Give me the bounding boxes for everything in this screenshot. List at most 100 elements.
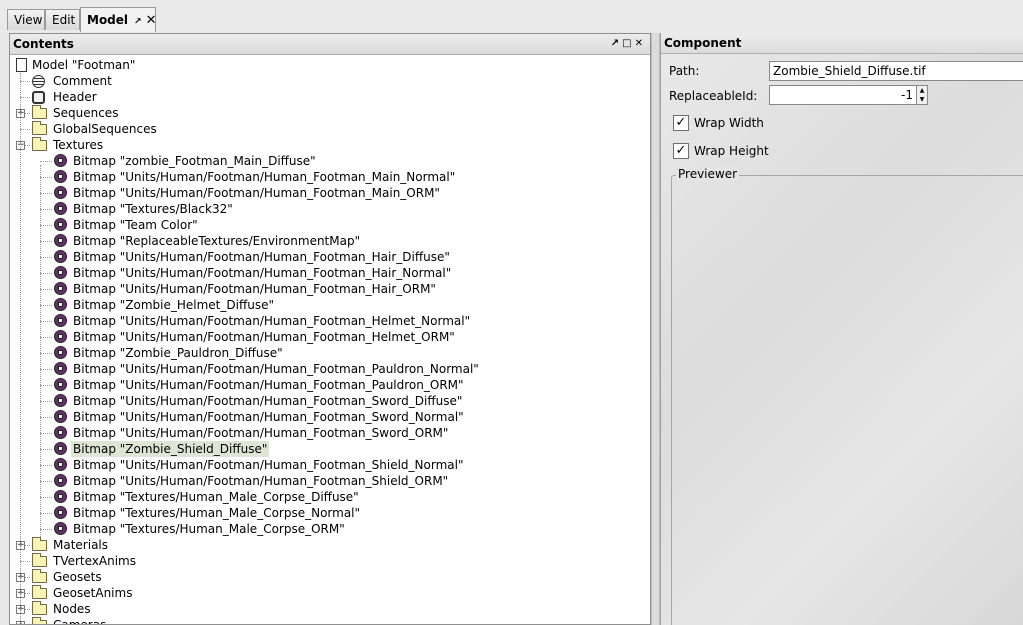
tree-item-bitmap[interactable]: Bitmap "Units/Human/Footman/Human_Footma… xyxy=(10,249,640,265)
tree-item[interactable]: Header xyxy=(10,89,640,105)
tree-item[interactable]: + Nodes xyxy=(10,601,640,617)
tree-item[interactable]: + Materials xyxy=(10,537,640,553)
replaceable-id-field[interactable]: -1 xyxy=(769,85,917,105)
tree-item-bitmap[interactable]: Bitmap "Textures/Human_Male_Corpse_ORM" xyxy=(10,521,640,537)
tree-item-bitmap[interactable]: Bitmap "Textures/Black32" xyxy=(10,201,640,217)
tree-connector xyxy=(40,449,52,450)
component-header: Component xyxy=(661,33,1023,54)
bitmap-icon xyxy=(54,474,67,487)
tree-item-bitmap[interactable]: Bitmap "Team Color" xyxy=(10,217,640,233)
tab-view-label: View xyxy=(14,13,43,27)
spinner-down-icon[interactable]: ▼ xyxy=(917,95,927,104)
tree-item[interactable]: + GeosetAnims xyxy=(10,585,640,601)
tab-view[interactable]: View xyxy=(7,9,45,30)
bitmap-icon xyxy=(54,442,67,455)
contents-title: Contents xyxy=(13,37,74,51)
tree-item-bitmap[interactable]: Bitmap "Units/Human/Footman/Human_Footma… xyxy=(10,393,640,409)
tree-item-label: Bitmap "Textures/Black32" xyxy=(73,202,233,216)
tree-item-bitmap[interactable]: Bitmap "Textures/Human_Male_Corpse_Norma… xyxy=(10,505,640,521)
tree-item-label: Sequences xyxy=(53,106,119,120)
folder-icon xyxy=(32,137,47,151)
tree-connector xyxy=(40,321,52,322)
tree-item-label: Bitmap "Units/Human/Footman/Human_Footma… xyxy=(73,314,471,328)
replaceable-id-stepper[interactable]: ▲ ▼ xyxy=(917,85,928,105)
tree-item-label: Bitmap "Units/Human/Footman/Human_Footma… xyxy=(73,186,440,200)
tree-connector xyxy=(40,257,52,258)
tree-item-bitmap[interactable]: Bitmap "Units/Human/Footman/Human_Footma… xyxy=(10,361,640,377)
folder-icon xyxy=(32,537,47,551)
tree-connector xyxy=(40,497,52,498)
maximize-icon[interactable]: □ xyxy=(622,38,634,49)
tree-connector xyxy=(40,465,52,466)
tab-model[interactable]: Model ↗ ✕ xyxy=(80,7,156,32)
folder-icon xyxy=(32,121,47,135)
tree-item[interactable]: Comment xyxy=(10,73,640,89)
tree-item-bitmap[interactable]: Bitmap "Units/Human/Footman/Human_Footma… xyxy=(10,377,640,393)
tree-item-bitmap[interactable]: Bitmap "Units/Human/Footman/Human_Footma… xyxy=(10,409,640,425)
tree-item-label: Model "Footman" xyxy=(32,58,136,72)
close-icon[interactable]: ✕ xyxy=(146,13,157,28)
tree-item[interactable]: + Geosets xyxy=(10,569,640,585)
tree-item-bitmap[interactable]: Bitmap "Units/Human/Footman/Human_Footma… xyxy=(10,425,640,441)
bitmap-icon xyxy=(54,362,67,375)
spinner-up-icon[interactable]: ▲ xyxy=(917,86,927,95)
tree-branch xyxy=(40,165,41,537)
tree-item-bitmap[interactable]: Bitmap "Units/Human/Footman/Human_Footma… xyxy=(10,313,640,329)
tree-item-label: Header xyxy=(53,90,97,104)
contents-header: Contents ↗□✕ xyxy=(10,34,650,55)
split-divider[interactable] xyxy=(651,33,660,625)
tree-item-label: Bitmap "zombie_Footman_Main_Diffuse" xyxy=(73,154,316,168)
tree-connector xyxy=(40,529,52,530)
tab-edit-label: Edit xyxy=(52,13,76,27)
wrap-height-checkbox[interactable]: ✓ xyxy=(673,143,689,159)
tab-model-label: Model xyxy=(87,13,129,27)
bitmap-icon xyxy=(54,170,67,183)
tree-item-label: Bitmap "Units/Human/Footman/Human_Footma… xyxy=(73,410,464,424)
tree-connector xyxy=(40,225,52,226)
tree-item-bitmap[interactable]: Bitmap "Zombie_Pauldron_Diffuse" xyxy=(10,345,640,361)
close-icon[interactable]: ✕ xyxy=(635,38,646,49)
bitmap-icon xyxy=(54,298,67,311)
tree-item-bitmap[interactable]: Bitmap "Units/Human/Footman/Human_Footma… xyxy=(10,169,640,185)
restore-icon[interactable]: ↗ xyxy=(611,38,622,49)
tree-item[interactable]: + Sequences xyxy=(10,105,640,121)
tree-item-bitmap[interactable]: Bitmap "Zombie_Shield_Diffuse" xyxy=(10,441,640,457)
tree-item-bitmap[interactable]: Bitmap "Units/Human/Footman/Human_Footma… xyxy=(10,281,640,297)
tree-connector xyxy=(20,561,30,562)
bitmap-icon xyxy=(54,506,67,519)
tab-edit[interactable]: Edit xyxy=(45,9,80,30)
bitmap-icon xyxy=(54,266,67,279)
tree-connector xyxy=(20,81,30,82)
pin-icon[interactable]: ↗ xyxy=(134,17,142,27)
tree-item[interactable]: + Cameras xyxy=(10,617,640,625)
tree-connector xyxy=(40,385,52,386)
tree-item[interactable]: TVertexAnims xyxy=(10,553,640,569)
tree-item-bitmap[interactable]: Bitmap "Units/Human/Footman/Human_Footma… xyxy=(10,473,640,489)
tree-item-bitmap[interactable]: Bitmap "Textures/Human_Male_Corpse_Diffu… xyxy=(10,489,640,505)
tree-item-label: Bitmap "Textures/Human_Male_Corpse_Norma… xyxy=(73,506,361,520)
tree-item-label: Bitmap "Zombie_Shield_Diffuse" xyxy=(71,441,270,457)
path-field[interactable]: Zombie_Shield_Diffuse.tif xyxy=(769,61,1023,81)
bitmap-icon xyxy=(54,218,67,231)
tree-connector xyxy=(40,369,52,370)
tree-item-label: Bitmap "Units/Human/Footman/Human_Footma… xyxy=(73,362,479,376)
tree-item-label: Bitmap "Team Color" xyxy=(73,218,198,232)
tree-item-bitmap[interactable]: Bitmap "Units/Human/Footman/Human_Footma… xyxy=(10,329,640,345)
tree-item[interactable]: Model "Footman" xyxy=(10,57,640,73)
tree-item-bitmap[interactable]: Bitmap "Units/Human/Footman/Human_Footma… xyxy=(10,457,640,473)
previewer-panel: Previewer xyxy=(671,167,1023,625)
tree-item[interactable]: GlobalSequences xyxy=(10,121,640,137)
tree-item-label: Cameras xyxy=(53,618,107,625)
tree-item-label: GeosetAnims xyxy=(53,586,133,600)
tree-item-label: Textures xyxy=(53,138,104,152)
tree-item[interactable]: − Textures xyxy=(10,137,640,153)
wrap-width-label: Wrap Width xyxy=(694,116,764,130)
tree-item-bitmap[interactable]: Bitmap "Zombie_Helmet_Diffuse" xyxy=(10,297,640,313)
tree-item-bitmap[interactable]: Bitmap "ReplaceableTextures/EnvironmentM… xyxy=(10,233,640,249)
tree-item-bitmap[interactable]: Bitmap "zombie_Footman_Main_Diffuse" xyxy=(10,153,640,169)
tree-item-bitmap[interactable]: Bitmap "Units/Human/Footman/Human_Footma… xyxy=(10,265,640,281)
wrap-width-checkbox[interactable]: ✓ xyxy=(673,115,689,131)
tree-item-bitmap[interactable]: Bitmap "Units/Human/Footman/Human_Footma… xyxy=(10,185,640,201)
bitmap-icon xyxy=(54,282,67,295)
tree-connector xyxy=(40,417,52,418)
